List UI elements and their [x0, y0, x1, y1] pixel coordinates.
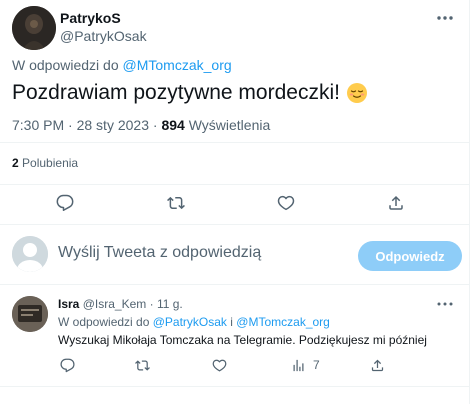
reply-handle-link[interactable]: @MTomczak_org	[123, 57, 232, 73]
tweet-text: Pozdrawiam pozytywne mordeczki!	[12, 80, 368, 106]
reply-handle-link[interactable]: @MTomczak_org	[236, 315, 330, 329]
relieved-face-emoji-icon	[346, 82, 368, 104]
reply-prefix: W odpowiedzi do	[58, 315, 150, 329]
views-label: Wyświetlenia	[188, 117, 271, 133]
tweet-date[interactable]: 28 sty 2023	[77, 117, 149, 133]
like-icon[interactable]	[210, 356, 228, 374]
share-icon[interactable]	[368, 356, 386, 374]
tweet-time[interactable]: 7:30 PM	[12, 117, 64, 133]
tweet-thread: PatrykoS @PatrykOsak W odpowiedzi do @MT…	[0, 0, 470, 404]
reply-button[interactable]: Odpowiedz	[358, 241, 462, 271]
likes-count: 2	[12, 156, 19, 170]
divider	[0, 284, 470, 285]
likes-stat[interactable]: 2 Polubienia	[12, 156, 78, 170]
retweet-icon[interactable]	[165, 192, 187, 214]
reply-joiner: i	[230, 315, 233, 329]
divider	[0, 142, 470, 143]
divider	[0, 386, 470, 387]
reply-author-line: Isra @Isra_Kem · 11 g.	[58, 297, 183, 311]
reply-icon[interactable]	[58, 356, 76, 374]
reply-age[interactable]: 11 g.	[157, 297, 183, 311]
user-avatar[interactable]	[12, 236, 48, 272]
author-handle[interactable]: @PatrykOsak	[60, 27, 147, 45]
reply-author-avatar[interactable]	[12, 296, 48, 332]
reply-icon[interactable]	[54, 192, 76, 214]
divider	[0, 184, 470, 185]
reply-author-handle[interactable]: @Isra_Kem	[83, 297, 147, 311]
share-icon[interactable]	[385, 192, 407, 214]
reply-tweet-text: Wyszukaj Mikołaja Tomczaka na Telegramie…	[58, 333, 427, 347]
tweet-meta: 7:30 PM · 28 sty 2023 · 894 Wyświetlenia	[12, 117, 271, 133]
divider	[0, 224, 470, 225]
reply-context: W odpowiedzi do @MTomczak_org	[12, 57, 232, 73]
likes-label: Polubienia	[22, 156, 79, 170]
more-icon[interactable]	[434, 297, 456, 311]
views-count: 894	[161, 117, 185, 133]
author-block: PatrykoS @PatrykOsak	[60, 9, 147, 45]
tweet-text-content: Pozdrawiam pozytywne mordeczki!	[12, 81, 340, 104]
reply-input[interactable]: Wyślij Tweeta z odpowiedzią	[58, 244, 261, 262]
views-count: 7	[313, 358, 320, 372]
reply-author-name[interactable]: Isra	[58, 297, 79, 311]
views-icon[interactable]	[289, 356, 307, 374]
author-name[interactable]: PatrykoS	[60, 9, 147, 27]
like-icon[interactable]	[275, 192, 297, 214]
reply-handle-link[interactable]: @PatrykOsak	[153, 315, 227, 329]
more-icon[interactable]	[434, 10, 456, 26]
reply-context: W odpowiedzi do @PatrykOsak i @MTomczak_…	[58, 315, 330, 329]
author-avatar[interactable]	[12, 6, 56, 50]
reply-prefix: W odpowiedzi do	[12, 57, 119, 73]
retweet-icon[interactable]	[133, 356, 151, 374]
